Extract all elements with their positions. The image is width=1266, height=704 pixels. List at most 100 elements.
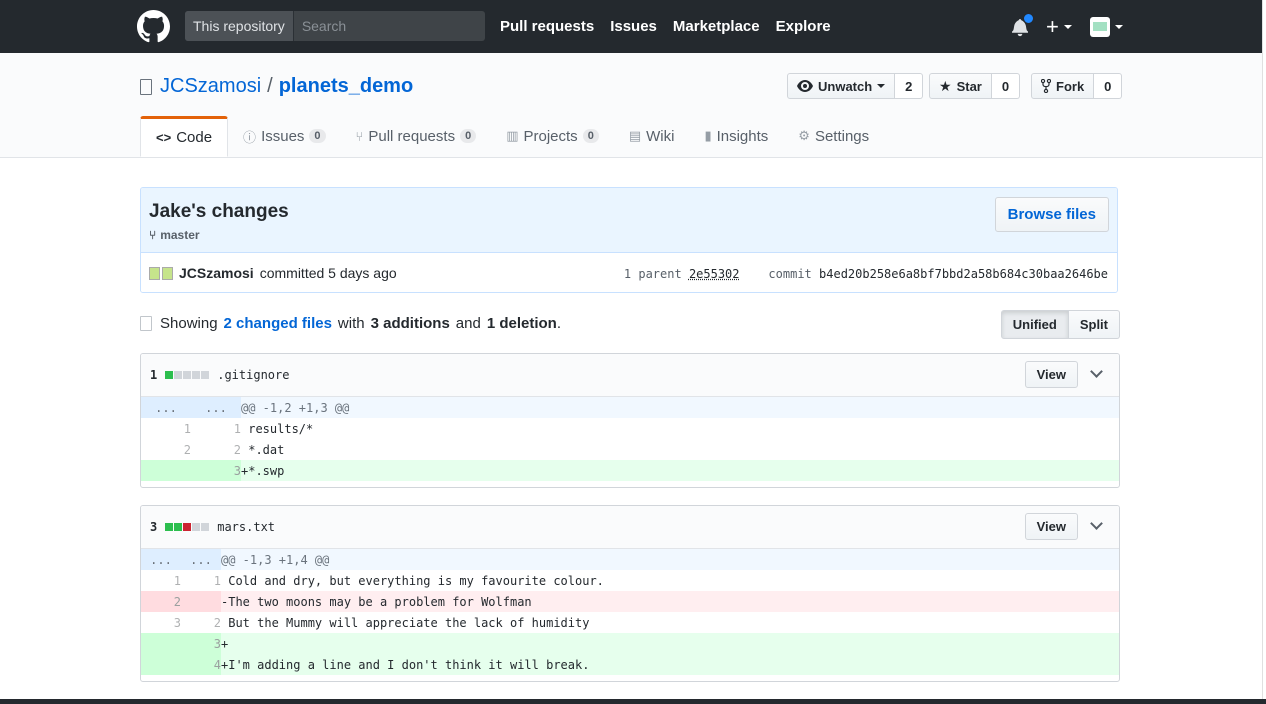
- parent-label: 1 parent: [623, 267, 682, 281]
- tab-code[interactable]: <> Code: [140, 116, 229, 157]
- branch-icon: ⑂: [149, 228, 157, 242]
- commit-sha: b4ed20b258e6a8bf7bbd2a58b684c30baa2646be: [819, 267, 1108, 281]
- old-line-number[interactable]: 2: [141, 591, 181, 612]
- diff-line: 2 2 *.dat: [141, 439, 1119, 460]
- tab-settings[interactable]: ⚙ Settings: [783, 116, 884, 156]
- tab-label: Wiki: [646, 127, 675, 145]
- fork-icon: [1041, 79, 1051, 93]
- diff-line: 3 2 But the Mummy will appreciate the la…: [141, 612, 1119, 633]
- unified-button[interactable]: Unified: [1000, 310, 1069, 339]
- line-code: *.dat: [241, 442, 285, 457]
- new-line-number[interactable]: 3: [191, 460, 241, 481]
- additions-count: 3 additions: [370, 315, 450, 332]
- tab-projects[interactable]: ▥ Projects 0: [491, 116, 614, 156]
- hunk-range: @@ -1,2 +1,3 @@: [241, 397, 1119, 418]
- tab-wiki[interactable]: ▤ Wiki: [614, 116, 690, 156]
- star-button[interactable]: ★ Star: [929, 73, 992, 99]
- tab-issues[interactable]: ⓘ Issues 0: [228, 116, 341, 156]
- chevron-down-icon: [1114, 25, 1123, 29]
- create-new-menu[interactable]: +: [1046, 14, 1072, 39]
- commit-title: Jake's changes: [149, 201, 289, 222]
- branch-name[interactable]: master: [160, 228, 199, 242]
- global-header: This repository Search Pull requests Iss…: [0, 0, 1263, 53]
- chevron-down-icon: [877, 84, 886, 88]
- stars-count[interactable]: 0: [991, 73, 1021, 99]
- expand-up[interactable]: ...: [141, 549, 181, 570]
- old-line-number[interactable]: 2: [141, 439, 191, 460]
- notifications-bell-icon[interactable]: [1012, 13, 1034, 37]
- file-diff-gitignore: 1 .gitignore View ... ... @@ -1,2 +1,3 @…: [140, 353, 1120, 488]
- deletions-count: 1 deletion: [486, 315, 557, 332]
- new-line-number[interactable]: 4: [181, 654, 221, 675]
- old-line-number[interactable]: 1: [141, 570, 181, 591]
- expand-up[interactable]: ...: [141, 397, 191, 418]
- tab-pull-requests[interactable]: ⑂ Pull requests 0: [341, 116, 492, 156]
- diff-line: 1 1 results/*: [141, 418, 1119, 439]
- file-name[interactable]: .gitignore: [217, 368, 289, 382]
- page-scrollbar[interactable]: [1262, 0, 1266, 704]
- file-name[interactable]: mars.txt: [217, 520, 275, 534]
- new-line-number[interactable]: 1: [181, 570, 221, 591]
- author-link[interactable]: JCSzamosi: [179, 265, 254, 281]
- tab-counter: 0: [460, 129, 477, 143]
- star-group: ★ Star 0: [929, 73, 1021, 99]
- line-code: Cold and dry, but everything is my favou…: [221, 573, 604, 588]
- old-line-number[interactable]: [141, 654, 181, 675]
- chevron-down-icon[interactable]: [1090, 365, 1103, 378]
- parent-sha-link[interactable]: 2e55302: [689, 267, 740, 281]
- old-line-number[interactable]: 3: [141, 612, 181, 633]
- watchers-count[interactable]: 2: [895, 73, 924, 99]
- user-menu[interactable]: [1089, 17, 1123, 37]
- tab-insights[interactable]: ▮ Insights: [689, 116, 783, 156]
- expand-down[interactable]: ...: [181, 549, 221, 570]
- forks-count[interactable]: 0: [1094, 73, 1123, 99]
- repo-header: JCSzamosi / planets_demo Unwatch 2 ★ Sta…: [0, 53, 1263, 158]
- view-file-button[interactable]: View: [1024, 513, 1078, 540]
- diff-stats: Showing 2 changed files with 3 additions…: [140, 315, 561, 332]
- repo-owner-link[interactable]: JCSzamosi: [160, 75, 261, 98]
- nav-pull-requests[interactable]: Pull requests: [500, 18, 594, 35]
- new-line-number[interactable]: 2: [191, 439, 241, 460]
- diff-table: ... ... @@ -1,2 +1,3 @@ 1 1 results/* 2 …: [141, 397, 1119, 481]
- chevron-down-icon[interactable]: [1090, 517, 1103, 530]
- expand-down[interactable]: ...: [191, 397, 241, 418]
- eye-icon: [797, 80, 813, 92]
- project-icon: ▥: [506, 128, 519, 143]
- commit-sha-info: 1 parent 2e55302 commit b4ed20b258e6a8bf…: [624, 267, 1108, 281]
- old-line-number[interactable]: [141, 633, 181, 654]
- unwatch-button[interactable]: Unwatch: [787, 73, 896, 99]
- new-line-number[interactable]: 2: [181, 612, 221, 633]
- split-button[interactable]: Split: [1068, 310, 1120, 339]
- view-file-button[interactable]: View: [1024, 361, 1078, 388]
- fork-button[interactable]: Fork: [1031, 73, 1095, 99]
- hunk-header: ... ... @@ -1,2 +1,3 @@: [141, 397, 1119, 418]
- new-line-number[interactable]: 3: [181, 633, 221, 654]
- graph-icon: ▮: [704, 128, 712, 143]
- nav-issues[interactable]: Issues: [610, 18, 657, 35]
- repo-name-link[interactable]: planets_demo: [279, 75, 413, 98]
- new-line-number[interactable]: [181, 591, 221, 612]
- tab-counter: 0: [309, 129, 326, 143]
- old-line-number[interactable]: 1: [141, 418, 191, 439]
- github-logo-icon[interactable]: [137, 10, 170, 43]
- commit-label: commit: [768, 267, 812, 281]
- old-line-number[interactable]: [141, 460, 191, 481]
- changed-files-link[interactable]: 2 changed files: [224, 315, 332, 332]
- nav-marketplace[interactable]: Marketplace: [673, 18, 760, 35]
- search-bar[interactable]: This repository Search: [185, 11, 485, 41]
- showing-text: Showing: [160, 315, 218, 332]
- browse-files-button[interactable]: Browse files: [994, 197, 1109, 232]
- repo-title: JCSzamosi / planets_demo: [140, 75, 413, 98]
- search-input[interactable]: Search: [294, 11, 485, 41]
- avatar[interactable]: [149, 267, 173, 280]
- chevron-down-icon: [1063, 25, 1072, 29]
- star-icon: ★: [939, 77, 952, 94]
- gear-icon: ⚙: [798, 128, 810, 143]
- diffstat-blocks: [165, 523, 210, 531]
- star-label: Star: [956, 78, 982, 94]
- plus-icon: +: [1046, 14, 1059, 39]
- nav-explore[interactable]: Explore: [776, 18, 831, 35]
- repo-nav: <> Code ⓘ Issues 0 ⑂ Pull requests 0 ▥ P…: [140, 116, 884, 157]
- new-line-number[interactable]: 1: [191, 418, 241, 439]
- diffstat-blocks: [165, 371, 210, 379]
